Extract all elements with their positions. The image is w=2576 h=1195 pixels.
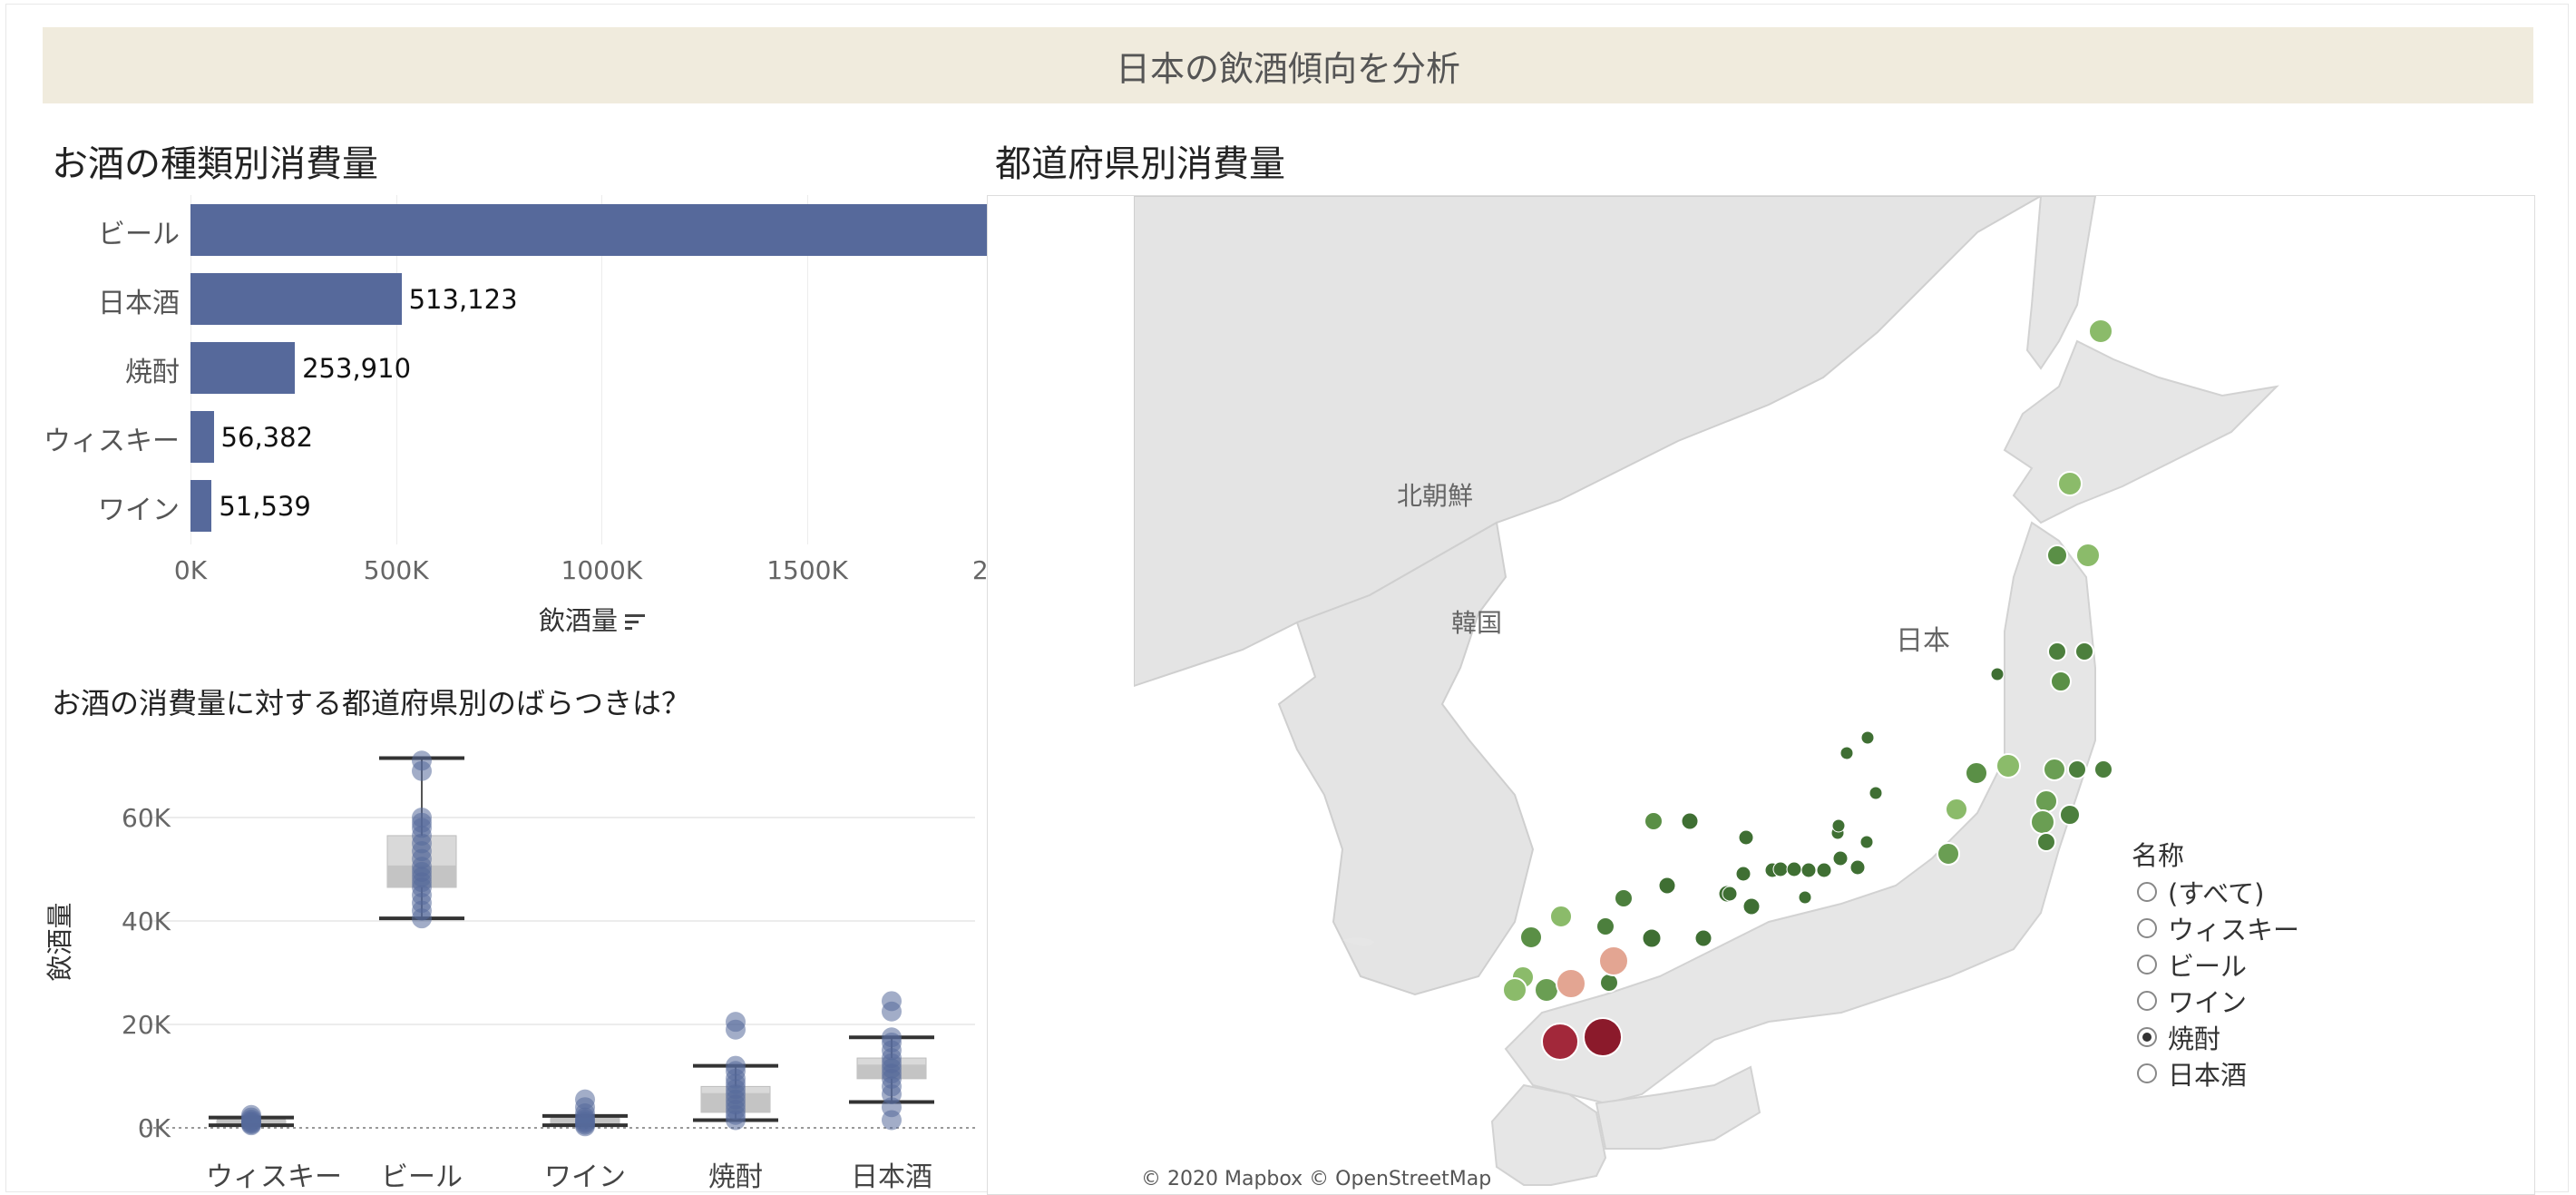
box-data-point[interactable] (575, 1089, 595, 1110)
map-title: 都道府県別消費量 (995, 143, 1285, 185)
marker-prefecture[interactable] (1831, 818, 1846, 833)
marker-prefecture[interactable] (1995, 753, 2021, 779)
marker-prefecture[interactable] (2050, 671, 2072, 692)
radio-unchecked-icon[interactable] (2137, 882, 2157, 902)
marker-prefecture[interactable] (1541, 1023, 1579, 1061)
box-category-label: ウィスキー (206, 1161, 342, 1193)
marker-prefecture[interactable] (1642, 928, 1662, 948)
marker-prefecture[interactable] (2088, 318, 2113, 344)
marker-prefecture[interactable] (2093, 759, 2113, 779)
legend-option[interactable]: 日本酒 (2137, 1054, 2247, 1092)
marker-prefecture[interactable] (1658, 877, 1676, 895)
marker-prefecture[interactable] (1965, 761, 1988, 785)
marker-prefecture[interactable] (1583, 1017, 1623, 1057)
box-y-tick-label: 0K (138, 1113, 171, 1143)
marker-prefecture[interactable] (1681, 812, 1699, 830)
box-y-tick-label: 40K (122, 906, 171, 936)
box-data-point[interactable] (412, 808, 432, 828)
legend-option-label: 焼酎 (2168, 1024, 2221, 1054)
radio-unchecked-icon[interactable] (2137, 918, 2157, 938)
marker-prefecture[interactable] (1786, 861, 1802, 877)
marker-prefecture[interactable] (1832, 850, 1849, 867)
label-japan: 日本 (1896, 625, 1950, 657)
marker-prefecture[interactable] (1519, 926, 1543, 949)
radio-unchecked-icon[interactable] (2137, 991, 2157, 1011)
marker-prefecture[interactable] (2074, 642, 2094, 661)
marker-prefecture[interactable] (2067, 759, 2087, 779)
legend-option-label: (すべて) (2168, 878, 2265, 909)
marker-prefecture[interactable] (1502, 977, 1527, 1003)
box-data-point[interactable] (882, 1027, 902, 1048)
marker-prefecture[interactable] (2059, 804, 2081, 826)
marker-prefecture[interactable] (2046, 544, 2068, 566)
radio-unchecked-icon[interactable] (2137, 1063, 2157, 1083)
marker-prefecture[interactable] (1599, 973, 1619, 993)
marker-prefecture[interactable] (2043, 758, 2066, 781)
marker-prefecture[interactable] (1937, 842, 1960, 866)
legend-option[interactable]: ウィスキー (2137, 909, 2299, 947)
box-y-tick-label: 20K (122, 1010, 171, 1040)
marker-prefecture[interactable] (2057, 471, 2083, 496)
box-data-point[interactable] (726, 1012, 746, 1033)
radio-checked-icon[interactable] (2137, 1027, 2157, 1047)
marker-prefecture[interactable] (1694, 929, 1712, 947)
marker-prefecture[interactable] (1595, 916, 1615, 936)
marker-prefecture[interactable] (1735, 866, 1751, 882)
box-data-point[interactable] (726, 1055, 746, 1076)
marker-prefecture[interactable] (2034, 789, 2058, 813)
box-category-label: 日本酒 (851, 1161, 932, 1193)
legend-title: 名称 (2132, 840, 2185, 871)
marker-prefecture[interactable] (1800, 862, 1817, 878)
box-data-point[interactable] (412, 750, 432, 771)
marker-prefecture[interactable] (2075, 543, 2101, 568)
marker-prefecture[interactable] (1722, 886, 1738, 902)
marker-prefecture[interactable] (1798, 890, 1812, 905)
marker-prefecture[interactable] (1738, 829, 1754, 846)
marker-prefecture[interactable] (1644, 811, 1664, 831)
box-plot[interactable]: 0K 20K 40K 60K ウィスキー ビール ワイン 焼酎 日本酒 (0, 0, 989, 1194)
legend-option-label: ウィスキー (2168, 915, 2300, 945)
radio-unchecked-icon[interactable] (2137, 955, 2157, 975)
marker-prefecture[interactable] (1598, 945, 1629, 976)
marker-prefecture[interactable] (2036, 832, 2056, 852)
marker-prefecture[interactable] (1849, 859, 1866, 876)
map-attribution[interactable]: © 2020 Mapbox © OpenStreetMap (1141, 1168, 1491, 1190)
box-y-tick-label: 60K (122, 803, 171, 833)
marker-prefecture[interactable] (1869, 786, 1883, 800)
marker-prefecture[interactable] (1534, 977, 1559, 1003)
marker-prefecture[interactable] (1549, 905, 1573, 928)
marker-prefecture[interactable] (1772, 861, 1789, 877)
box-data-point[interactable] (882, 991, 902, 1012)
legend-option[interactable]: 焼酎 (2137, 1018, 2220, 1056)
marker-prefecture[interactable] (1742, 897, 1761, 916)
marker-prefecture[interactable] (1945, 798, 1968, 821)
map[interactable]: 北朝鮮 韓国 日本 © 2020 Mapbox © OpenStreetMap (1134, 196, 2533, 1194)
box-category-label: ビール (381, 1161, 463, 1193)
legend-option[interactable]: ワイン (2137, 982, 2247, 1020)
legend-option[interactable]: (すべて) (2137, 873, 2264, 911)
box-category-label: 焼酎 (708, 1161, 763, 1193)
marker-prefecture[interactable] (1990, 667, 2005, 681)
label-north-korea: 北朝鮮 (1397, 481, 1473, 511)
marker-prefecture[interactable] (1859, 835, 1874, 849)
marker-prefecture[interactable] (1614, 888, 1634, 908)
marker-prefecture[interactable] (2030, 809, 2055, 835)
legend-option[interactable]: ビール (2137, 945, 2247, 984)
marker-prefecture[interactable] (1556, 968, 1586, 999)
marker-prefecture[interactable] (1816, 862, 1832, 878)
legend-option-label: ワイン (2168, 987, 2248, 1018)
marker-prefecture[interactable] (1839, 746, 1854, 760)
box-data-point[interactable] (241, 1104, 261, 1125)
legend-option-label: 日本酒 (2168, 1060, 2248, 1091)
marker-prefecture[interactable] (2047, 642, 2067, 661)
legend-option-label: ビール (2168, 951, 2248, 982)
label-south-korea: 韓国 (1451, 608, 1502, 638)
box-category-label: ワイン (544, 1161, 626, 1193)
marker-prefecture[interactable] (1860, 730, 1875, 745)
